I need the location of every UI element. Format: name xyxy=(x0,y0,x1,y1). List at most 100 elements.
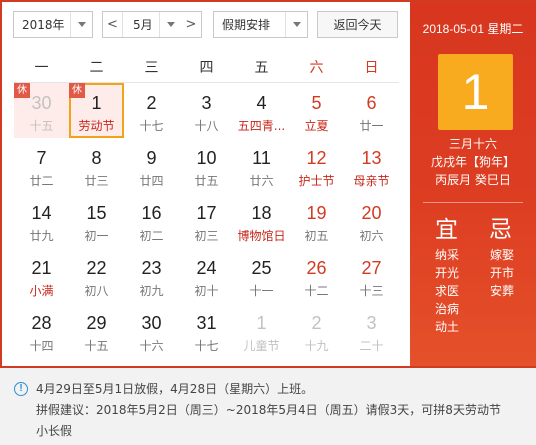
weekday-label: 四 xyxy=(199,60,214,76)
day-cell[interactable]: 6 廿一 xyxy=(344,83,399,138)
year-select[interactable]: 2018年 xyxy=(13,11,93,38)
day-cell[interactable]: 8 廿三 xyxy=(69,138,124,193)
day-lunar-label: 小满 xyxy=(29,284,54,298)
back-to-today-button[interactable]: 返回今天 xyxy=(317,11,398,38)
day-number: 12 xyxy=(306,148,327,168)
day-cell[interactable]: 31 十七 xyxy=(179,303,234,358)
day-number: 1 xyxy=(256,313,267,333)
day-cell[interactable]: 休 1 劳动节 xyxy=(69,83,124,138)
holiday-select-value: 假期安排 xyxy=(222,18,271,32)
day-cell[interactable]: 23 初九 xyxy=(124,248,179,303)
day-number: 17 xyxy=(196,203,217,223)
day-cell[interactable]: 4 五四青... xyxy=(234,83,289,138)
day-number: 7 xyxy=(36,148,47,168)
day-cell[interactable]: 2 十九 xyxy=(289,303,344,358)
weekday-label: 五 xyxy=(254,60,269,76)
chevron-down-icon[interactable] xyxy=(159,12,181,37)
day-lunar-label: 初一 xyxy=(84,229,109,243)
day-number: 16 xyxy=(141,203,162,223)
day-cell[interactable]: 20 初六 xyxy=(344,193,399,248)
day-cell[interactable]: 30 十六 xyxy=(124,303,179,358)
yi-item: 纳采 xyxy=(435,248,460,262)
day-number: 5 xyxy=(311,93,322,113)
day-cell[interactable]: 1 儿童节 xyxy=(234,303,289,358)
yi-item: 求医 xyxy=(435,284,460,298)
day-lunar-label: 廿三 xyxy=(84,174,109,188)
day-number: 14 xyxy=(31,203,52,223)
day-cell[interactable]: 22 初八 xyxy=(69,248,124,303)
chevron-down-icon[interactable] xyxy=(285,12,307,37)
day-cell[interactable]: 18 博物馆日 xyxy=(234,193,289,248)
day-lunar-label: 初五 xyxy=(304,229,329,243)
day-cell[interactable]: 28 十四 xyxy=(14,303,69,358)
day-number: 3 xyxy=(366,313,377,333)
day-lunar-label: 十三 xyxy=(359,284,384,298)
ji-item: 开市 xyxy=(490,266,515,280)
holiday-notice: ! 4月29日至5月1日放假，4月28日（星期六）上班。 拼假建议：2018年5… xyxy=(0,368,536,445)
yi-title: 宜 xyxy=(435,217,458,243)
day-cell[interactable]: 3 二十 xyxy=(344,303,399,358)
notice-line-2: 拼假建议：2018年5月2日（周三）~2018年5月4日（周五）请假3天，可拼8… xyxy=(36,403,501,417)
day-cell[interactable]: 2 十七 xyxy=(124,83,179,138)
day-lunar-label: 五四青... xyxy=(237,119,286,133)
yi-item: 开光 xyxy=(435,266,460,280)
calendar-widget: 2018年 < 5月 > 假期安排 返回今天 一二三四五六日 休 30 十五休 1 劳动… xyxy=(0,0,536,368)
day-lunar-label: 十九 xyxy=(304,339,329,353)
weekday-label: 二 xyxy=(89,60,104,76)
month-select[interactable]: < 5月 > xyxy=(102,11,202,38)
day-number: 28 xyxy=(31,313,52,333)
day-cell[interactable]: 10 廿五 xyxy=(179,138,234,193)
day-number: 27 xyxy=(361,258,382,278)
lunar-date: 三月十六 xyxy=(448,137,497,151)
day-lunar-label: 廿五 xyxy=(194,174,219,188)
day-lunar-label: 十七 xyxy=(194,339,219,353)
ji-title: 忌 xyxy=(489,217,512,243)
day-number: 21 xyxy=(31,258,52,278)
day-cell[interactable]: 9 廿四 xyxy=(124,138,179,193)
day-cell[interactable]: 11 廿六 xyxy=(234,138,289,193)
day-cell[interactable]: 3 十八 xyxy=(179,83,234,138)
day-cell[interactable]: 7 廿二 xyxy=(14,138,69,193)
chevron-down-icon[interactable] xyxy=(70,12,92,37)
day-cell[interactable]: 15 初一 xyxy=(69,193,124,248)
day-number: 9 xyxy=(146,148,157,168)
selected-date-line: 2018-05-01 星期二 xyxy=(422,22,524,36)
day-cell[interactable]: 24 初十 xyxy=(179,248,234,303)
weekday-label: 日 xyxy=(364,60,379,76)
day-cell[interactable]: 13 母亲节 xyxy=(344,138,399,193)
yi-item: 动土 xyxy=(435,320,460,334)
next-month-button[interactable]: > xyxy=(181,12,201,37)
day-cell[interactable]: 27 十三 xyxy=(344,248,399,303)
day-lunar-label: 初十 xyxy=(194,284,219,298)
day-cell[interactable]: 25 十一 xyxy=(234,248,289,303)
day-lunar-label: 十七 xyxy=(139,119,164,133)
day-cell[interactable]: 休 30 十五 xyxy=(14,83,69,138)
day-cell[interactable]: 16 初二 xyxy=(124,193,179,248)
day-lunar-label: 十四 xyxy=(29,339,54,353)
holiday-select[interactable]: 假期安排 xyxy=(213,11,308,38)
day-cell[interactable]: 19 初五 xyxy=(289,193,344,248)
day-number: 30 xyxy=(31,93,52,113)
day-cell[interactable]: 26 十二 xyxy=(289,248,344,303)
day-number: 23 xyxy=(141,258,162,278)
day-cell[interactable]: 29 十五 xyxy=(69,303,124,358)
day-lunar-label: 十一 xyxy=(249,284,274,298)
day-lunar-label: 廿四 xyxy=(139,174,164,188)
day-number: 25 xyxy=(251,258,272,278)
prev-month-button[interactable]: < xyxy=(103,12,123,37)
day-lunar-label: 二十 xyxy=(359,339,384,353)
day-lunar-label: 儿童节 xyxy=(243,339,280,353)
weekday-label: 六 xyxy=(309,60,324,76)
day-lunar-label: 十六 xyxy=(139,339,164,353)
day-cell[interactable]: 14 廿九 xyxy=(14,193,69,248)
day-number: 22 xyxy=(86,258,107,278)
day-cell[interactable]: 12 护士节 xyxy=(289,138,344,193)
day-number: 11 xyxy=(252,148,271,168)
day-number: 31 xyxy=(196,313,217,333)
day-cell[interactable]: 21 小满 xyxy=(14,248,69,303)
day-cell[interactable]: 5 立夏 xyxy=(289,83,344,138)
weekday-label: 一 xyxy=(34,60,49,76)
day-number: 26 xyxy=(306,258,327,278)
day-cell[interactable]: 17 初三 xyxy=(179,193,234,248)
day-lunar-label: 初九 xyxy=(139,284,164,298)
